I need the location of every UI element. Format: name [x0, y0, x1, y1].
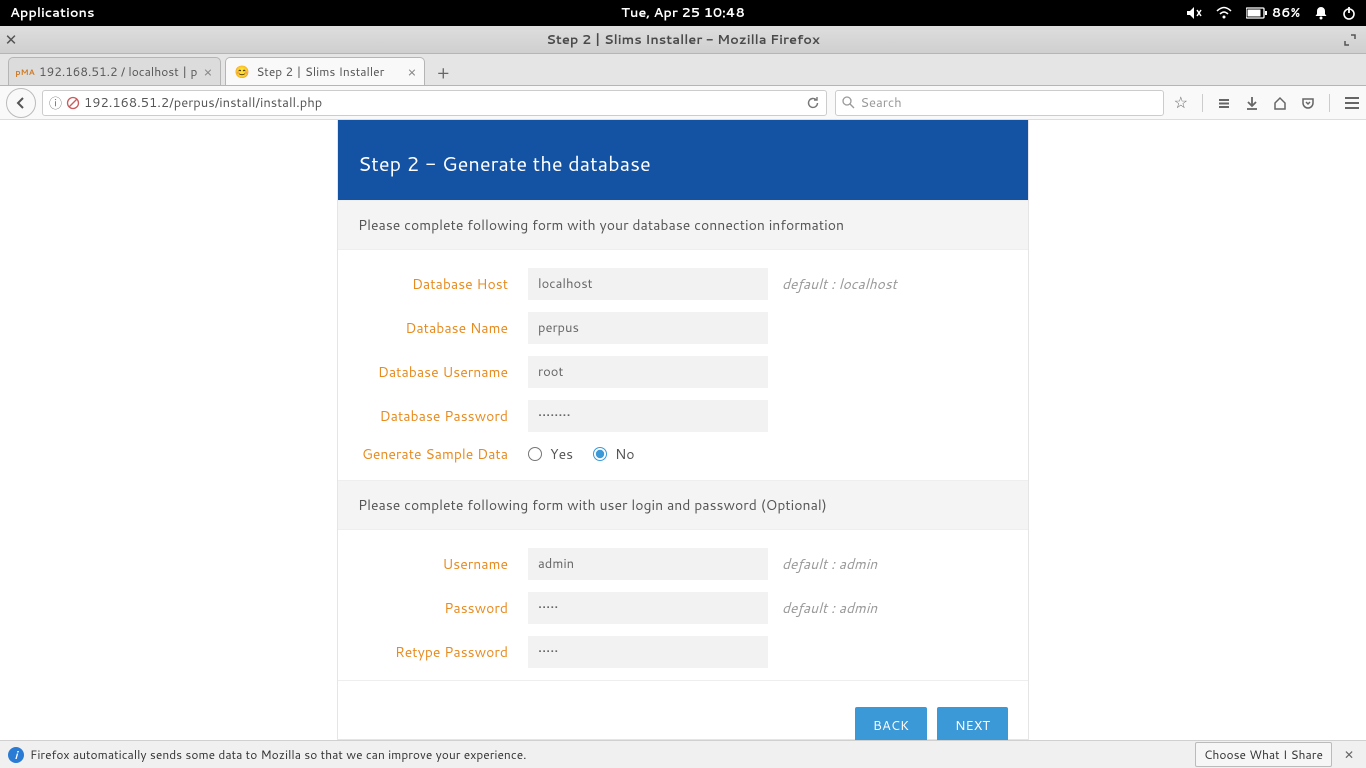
tab-strip: pMA 192.168.51.2 / localhost | p × 😊 Ste…	[0, 54, 1366, 86]
infobar-text: Firefox automatically sends some data to…	[30, 746, 527, 763]
tab-label: 192.168.51.2 / localhost | p	[39, 63, 197, 80]
input-db-host[interactable]	[528, 268, 768, 300]
help-password: default : admin	[768, 598, 877, 618]
downloads-icon[interactable]	[1245, 96, 1259, 110]
radio-sample-no[interactable]	[593, 447, 607, 461]
toolbar-separator	[1329, 94, 1330, 112]
page-viewport: Step 2 - Generate the database Please co…	[0, 120, 1366, 740]
radio-sample-yes[interactable]	[528, 447, 542, 461]
volume-icon[interactable]	[1186, 6, 1202, 20]
window-close-button[interactable]: ✕	[0, 29, 22, 50]
user-notice: Please complete following form with user…	[338, 480, 1028, 530]
browser-tab[interactable]: 😊 Step 2 | Slims Installer ×	[225, 57, 425, 85]
choose-share-button[interactable]: Choose What I Share	[1195, 742, 1332, 767]
window-maximize-button[interactable]	[1344, 34, 1366, 46]
wifi-icon[interactable]	[1216, 6, 1232, 20]
tab-close-icon[interactable]: ×	[401, 62, 416, 82]
help-username: default : admin	[768, 554, 877, 574]
next-button[interactable]: NEXT	[937, 707, 1008, 740]
slims-favicon: 😊	[234, 64, 250, 80]
notifications-icon[interactable]	[1314, 6, 1328, 20]
url-bar[interactable]: ⓘ 192.168.51.2/perpus/install/install.ph…	[42, 90, 827, 116]
label-sample: Generate Sample Data	[358, 444, 528, 464]
installer-card: Step 2 - Generate the database Please co…	[337, 120, 1029, 740]
window-titlebar: ✕ Step 2 | Slims Installer - Mozilla Fir…	[0, 26, 1366, 54]
reload-icon[interactable]	[806, 96, 820, 110]
phpmyadmin-favicon: pMA	[17, 64, 33, 80]
library-icon[interactable]	[1217, 96, 1231, 110]
divider	[338, 680, 1028, 681]
battery-icon[interactable]: 86%	[1246, 4, 1300, 22]
tab-close-icon[interactable]: ×	[197, 62, 212, 82]
info-icon: i	[8, 747, 24, 763]
browser-tab[interactable]: pMA 192.168.51.2 / localhost | p ×	[8, 57, 221, 85]
installer-heading: Step 2 - Generate the database	[338, 120, 1028, 200]
input-db-name[interactable]	[528, 312, 768, 344]
infobar-close-icon[interactable]: ✕	[1340, 746, 1358, 763]
back-button[interactable]	[6, 88, 36, 118]
label-retype: Retype Password	[358, 642, 528, 662]
button-row: BACK NEXT	[338, 699, 1028, 740]
search-bar[interactable]: Search	[835, 90, 1163, 116]
label-db-host: Database Host	[358, 274, 528, 294]
input-retype[interactable]	[528, 636, 768, 668]
db-notice: Please complete following form with your…	[338, 200, 1028, 250]
tab-label: Step 2 | Slims Installer	[256, 63, 384, 80]
power-icon[interactable]	[1342, 6, 1356, 20]
back-button-form[interactable]: BACK	[855, 707, 927, 740]
label-db-user: Database Username	[358, 362, 528, 382]
infobar: i Firefox automatically sends some data …	[0, 740, 1366, 768]
input-password[interactable]	[528, 592, 768, 624]
help-db-host: default : localhost	[768, 274, 897, 294]
toolbar-separator	[1202, 94, 1203, 112]
identity-info-icon[interactable]: ⓘ	[49, 93, 62, 113]
battery-label: 86%	[1272, 4, 1300, 22]
bookmark-star-icon[interactable]: ☆	[1174, 91, 1188, 114]
label-db-pass: Database Password	[358, 406, 528, 426]
pocket-icon[interactable]	[1301, 96, 1315, 110]
input-db-user[interactable]	[528, 356, 768, 388]
home-icon[interactable]	[1273, 96, 1287, 110]
window-title: Step 2 | Slims Installer - Mozilla Firef…	[546, 31, 820, 49]
input-username[interactable]	[528, 548, 768, 580]
applications-menu[interactable]: Applications	[10, 4, 94, 22]
db-form: Database Host default : localhost Databa…	[338, 250, 1028, 480]
url-text: 192.168.51.2/perpus/install/install.php	[84, 94, 322, 112]
permissions-icon[interactable]	[66, 96, 80, 110]
radio-label-yes: Yes	[550, 444, 573, 464]
new-tab-button[interactable]: +	[429, 59, 457, 85]
search-placeholder: Search	[860, 94, 901, 112]
input-db-pass[interactable]	[528, 400, 768, 432]
nav-toolbar: ⓘ 192.168.51.2/perpus/install/install.ph…	[0, 86, 1366, 120]
label-username: Username	[358, 554, 528, 574]
hamburger-menu-icon[interactable]	[1344, 96, 1360, 110]
label-db-name: Database Name	[358, 318, 528, 338]
user-form: Username default : admin Password defaul…	[338, 530, 1028, 699]
search-icon	[842, 96, 855, 109]
label-password: Password	[358, 598, 528, 618]
clock: Tue, Apr 25 10:48	[621, 4, 745, 22]
radio-label-no: No	[615, 444, 635, 464]
os-topbar: Applications Tue, Apr 25 10:48 86%	[0, 0, 1366, 26]
